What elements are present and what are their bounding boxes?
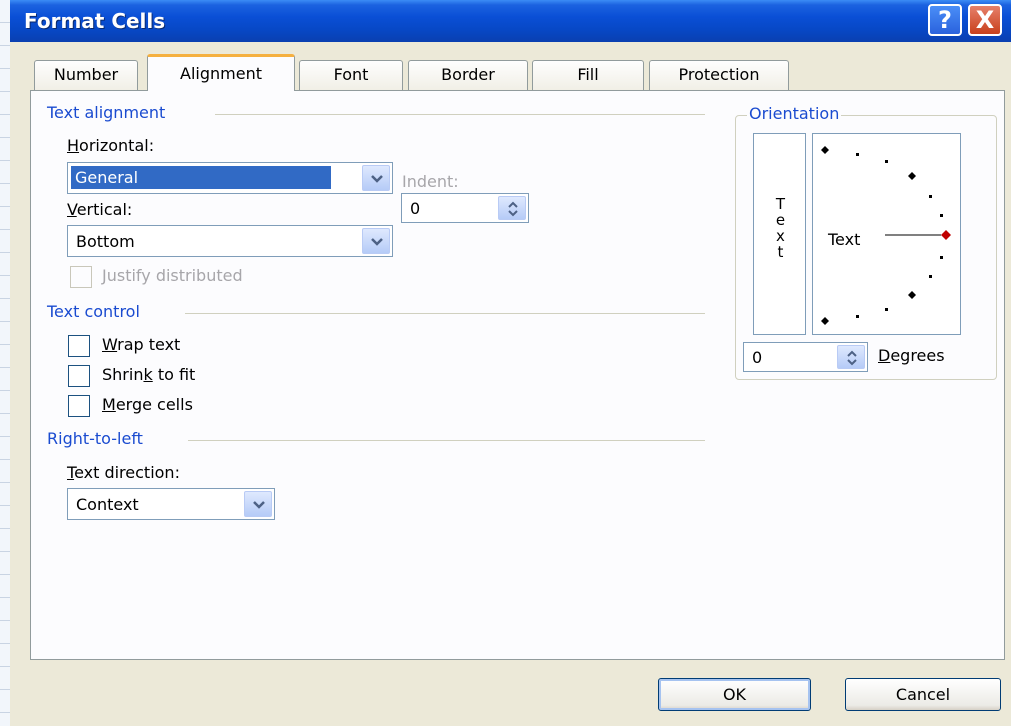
dial-tick-45 (908, 172, 916, 180)
indent-value: 0 (410, 199, 421, 218)
dial-dot (929, 275, 932, 278)
format-cells-dialog: Format Cells ? X Number Alignment Font B… (10, 0, 1011, 726)
vertical-text-toggle[interactable]: Text (753, 133, 806, 335)
tab-font[interactable]: Font (299, 60, 403, 90)
cancel-button-label: Cancel (895, 685, 951, 704)
vertical-text-letter: x (776, 227, 785, 245)
spin-up-down-icon (847, 350, 857, 366)
vertical-label: Vertical: (67, 200, 133, 219)
horizontal-label: Horizontal: (67, 136, 155, 155)
tab-label: Border (441, 65, 495, 84)
shrink-to-fit-checkbox[interactable] (68, 365, 90, 387)
text-control-heading: Text control (47, 302, 148, 321)
vertical-text-letter: t (777, 243, 784, 261)
wrap-text-checkbox[interactable] (68, 335, 90, 357)
close-button[interactable]: X (968, 4, 1002, 36)
tab-label: Font (333, 65, 369, 84)
text-direction-select[interactable]: Context (67, 488, 275, 520)
indent-spin-button[interactable] (498, 196, 526, 220)
help-icon: ? (938, 6, 952, 34)
horizontal-value: General (71, 166, 331, 189)
tab-label: Fill (577, 65, 599, 84)
merge-cells-label: Merge cells (102, 395, 193, 414)
text-direction-dropdown-button[interactable] (244, 491, 272, 517)
text-direction-label: Text direction: (67, 463, 180, 482)
dial-dot (929, 195, 932, 198)
chevron-down-icon (371, 175, 383, 183)
dial-dot (856, 315, 859, 318)
vertical-select[interactable]: Bottom (67, 225, 393, 257)
tab-number[interactable]: Number (34, 60, 138, 90)
spin-up-down-icon (508, 201, 518, 217)
help-button[interactable]: ? (928, 4, 962, 36)
tab-protection[interactable]: Protection (649, 60, 789, 90)
dial-indicator-handle[interactable] (941, 230, 951, 240)
degrees-value: 0 (752, 348, 763, 367)
title-bar[interactable]: Format Cells ? X (10, 0, 1011, 42)
orientation-heading: Orientation (747, 104, 842, 123)
chevron-down-icon (253, 501, 265, 509)
dial-tick-minus45 (908, 291, 916, 299)
dial-dot (885, 160, 888, 163)
chevron-down-icon (371, 238, 383, 246)
tab-border[interactable]: Border (408, 60, 528, 90)
ok-button-label: OK (722, 685, 747, 704)
right-to-left-heading: Right-to-left (47, 429, 151, 448)
horizontal-select[interactable]: General (67, 162, 393, 194)
dial-dot (885, 308, 888, 311)
ok-button[interactable]: OK (658, 678, 811, 711)
horizontal-dropdown-button[interactable] (362, 165, 390, 191)
indent-label: Indent: (402, 172, 459, 191)
tab-alignment[interactable]: Alignment (147, 54, 295, 91)
close-icon: X (975, 6, 995, 34)
tab-label: Number (53, 65, 119, 84)
vertical-text-letter: e (775, 211, 786, 229)
justify-distributed-checkbox[interactable] (70, 266, 92, 288)
dial-dot (940, 214, 943, 217)
dial-dot (940, 256, 943, 259)
cancel-button[interactable]: Cancel (845, 678, 1001, 711)
dial-tick-minus90 (821, 317, 829, 325)
window-title: Format Cells (24, 9, 166, 33)
text-alignment-heading: Text alignment (47, 103, 174, 122)
vertical-dropdown-button[interactable] (362, 228, 390, 254)
vertical-value: Bottom (76, 232, 135, 251)
justify-distributed-label: Justify distributed (102, 266, 243, 285)
wrap-text-label: Wrap text (102, 335, 181, 354)
degrees-spin-button[interactable] (837, 345, 865, 369)
tab-label: Alignment (180, 64, 262, 83)
vertical-text: Text (754, 196, 807, 260)
dial-dot (856, 153, 859, 156)
section-divider (185, 313, 705, 314)
merge-cells-checkbox[interactable] (68, 395, 90, 417)
dial-tick-90 (821, 146, 829, 154)
indent-spinner[interactable]: 0 (401, 193, 529, 223)
orientation-dial[interactable]: Text (812, 133, 961, 335)
dial-text: Text (826, 230, 863, 249)
shrink-to-fit-label: Shrink to fit (102, 365, 196, 384)
tab-label: Protection (678, 65, 760, 84)
vertical-text-letter: T (775, 195, 786, 213)
text-direction-value: Context (76, 495, 139, 514)
tab-fill[interactable]: Fill (532, 60, 644, 90)
section-divider (215, 114, 705, 115)
degrees-spinner[interactable]: 0 (743, 342, 868, 372)
section-divider (188, 440, 705, 441)
degrees-label: Degrees (878, 346, 945, 365)
